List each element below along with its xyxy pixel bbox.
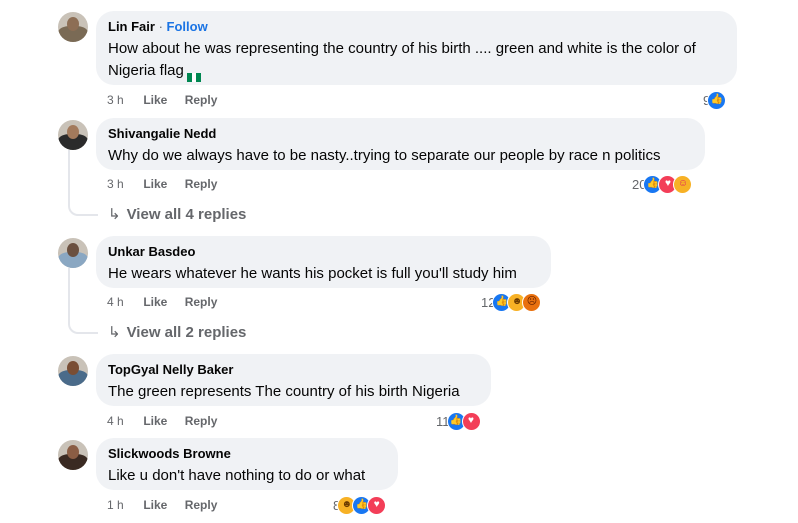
comment-author[interactable]: Lin Fair (108, 19, 155, 34)
comment-timestamp[interactable]: 4 h (107, 294, 140, 310)
like-button[interactable]: Like (143, 497, 167, 513)
avatar[interactable] (58, 356, 88, 386)
comment-text: Why do we always have to be nasty..tryin… (108, 147, 661, 164)
avatar[interactable] (58, 120, 88, 150)
comment-actions: 3 h Like Reply (107, 92, 217, 108)
love-reaction-icon: ♥ (461, 411, 481, 431)
comment-bubble: Unkar Basdeo He wears whatever he wants … (96, 236, 551, 288)
view-replies-link[interactable]: ↳ View all 4 replies (108, 205, 246, 225)
like-button[interactable]: Like (143, 294, 167, 310)
reply-arrow-icon: ↳ (108, 206, 121, 223)
follow-link[interactable]: Follow (167, 19, 208, 34)
comment-author[interactable]: TopGyal Nelly Baker (108, 362, 479, 378)
reaction-summary[interactable]: 9 👍 (703, 90, 727, 110)
comment-timestamp[interactable]: 4 h (107, 413, 140, 429)
reaction-summary[interactable]: 8 ☻ 👍 ♥ (333, 495, 387, 515)
comment-author[interactable]: Slickwoods Browne (108, 446, 386, 462)
comment-actions: 4 h Like Reply (107, 413, 217, 429)
comment-timestamp[interactable]: 1 h (107, 497, 140, 513)
comment-text: He wears whatever he wants his pocket is… (108, 265, 517, 282)
avatar[interactable] (58, 440, 88, 470)
reaction-summary[interactable]: 11 👍 ♥ (436, 411, 481, 431)
reply-button[interactable]: Reply (185, 177, 218, 191)
reply-thread-line (68, 150, 98, 216)
like-button[interactable]: Like (143, 92, 167, 108)
love-reaction-icon: ♥ (367, 495, 387, 515)
comment-bubble: Lin Fair · Follow How about he was repre… (96, 11, 737, 85)
comment-author[interactable]: Unkar Basdeo (108, 244, 539, 260)
comment-text: How about he was representing the countr… (108, 38, 725, 82)
reply-button[interactable]: Reply (185, 295, 218, 309)
comment-bubble: TopGyal Nelly Baker The green represents… (96, 354, 491, 406)
comment-author-line: Lin Fair · Follow (108, 19, 725, 35)
comment-text: The green represents The country of his … (108, 383, 460, 400)
avatar[interactable] (58, 238, 88, 268)
comment-text: Like u don't have nothing to do or what (108, 467, 366, 484)
reply-thread-line (68, 268, 98, 334)
reply-button[interactable]: Reply (185, 414, 218, 428)
nigeria-flag-icon (186, 67, 201, 82)
comment-actions: 1 h Like Reply (107, 497, 217, 513)
reply-arrow-icon: ↳ (108, 324, 121, 341)
comment-bubble: Slickwoods Browne Like u don't have noth… (96, 438, 398, 490)
like-button[interactable]: Like (143, 413, 167, 429)
comment-bubble: Shivangalie Nedd Why do we always have t… (96, 118, 705, 170)
reply-button[interactable]: Reply (185, 498, 218, 512)
angry-reaction-icon: ☹ (522, 292, 542, 312)
separator-dot: · (158, 19, 163, 34)
like-reaction-icon: 👍 (707, 90, 727, 110)
comment-timestamp[interactable]: 3 h (107, 92, 140, 108)
comment-timestamp[interactable]: 3 h (107, 176, 140, 192)
reaction-summary[interactable]: 12 👍 ☻ ☹ (481, 292, 542, 312)
view-replies-link[interactable]: ↳ View all 2 replies (108, 323, 246, 343)
avatar[interactable] (58, 12, 88, 42)
like-button[interactable]: Like (143, 176, 167, 192)
care-reaction-icon: ☺ (673, 174, 693, 194)
reaction-summary[interactable]: 20 👍 ♥ ☺ (632, 174, 693, 194)
reply-button[interactable]: Reply (185, 93, 218, 107)
comment-actions: 3 h Like Reply (107, 176, 217, 192)
comment-actions: 4 h Like Reply (107, 294, 217, 310)
comment-author[interactable]: Shivangalie Nedd (108, 126, 693, 142)
